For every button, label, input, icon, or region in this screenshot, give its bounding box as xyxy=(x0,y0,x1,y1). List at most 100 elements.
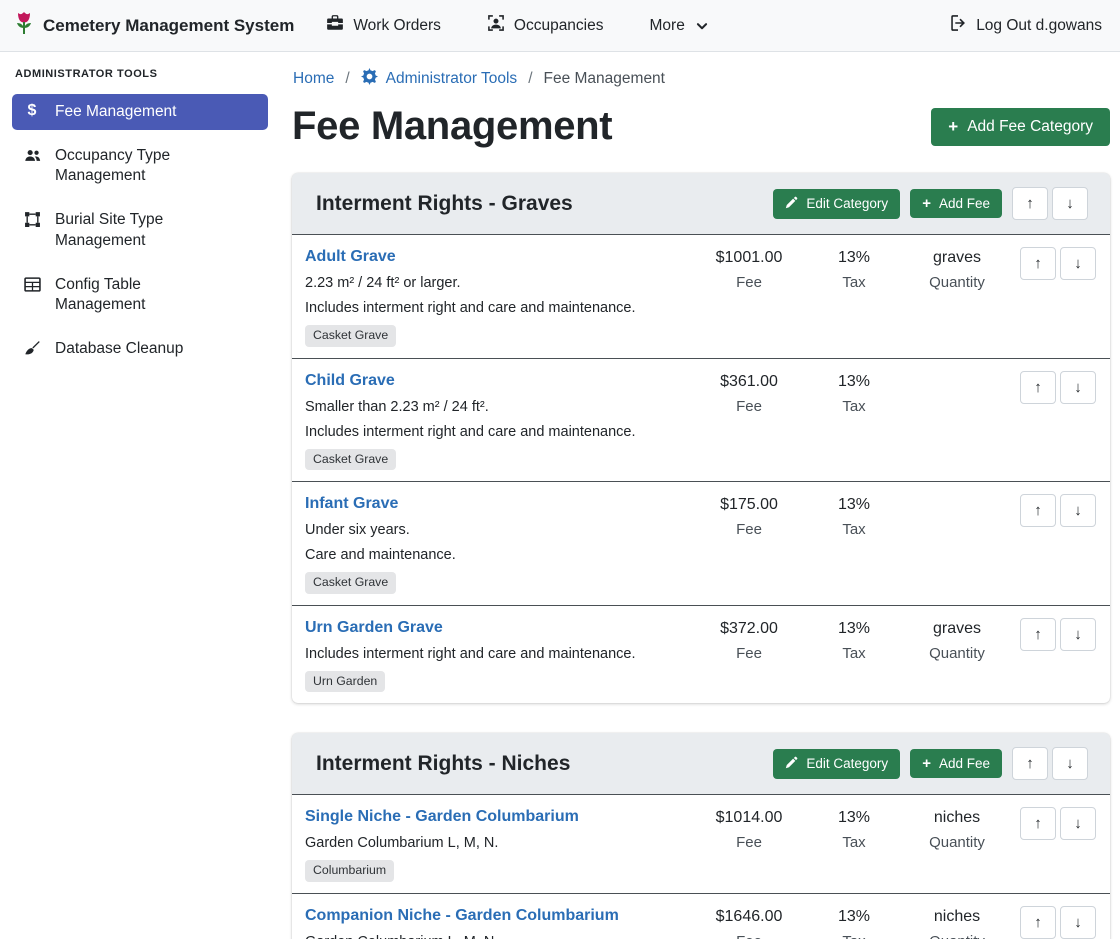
fee-move-up-button[interactable]: ↑ xyxy=(1020,371,1056,404)
fee-label: Fee xyxy=(694,834,804,851)
fee-move-up-button[interactable]: ↑ xyxy=(1020,494,1056,527)
sidebar-item-config-table[interactable]: Config Table Management xyxy=(12,267,268,323)
category-move-up-button[interactable]: ↑ xyxy=(1012,747,1048,780)
arrow-up-icon: ↑ xyxy=(1034,502,1042,519)
add-fee-label: Add Fee xyxy=(939,196,990,211)
arrow-up-icon: ↑ xyxy=(1034,626,1042,643)
arrow-up-icon: ↑ xyxy=(1034,379,1042,396)
sidebar-item-database-cleanup[interactable]: Database Cleanup xyxy=(12,331,268,367)
pencil-icon xyxy=(785,756,798,772)
add-fee-category-button[interactable]: + Add Fee Category xyxy=(931,108,1110,146)
main-content: Home / Administrator Tools / Fee Managem… xyxy=(280,52,1120,939)
fee-description: Garden Columbarium L, M, N. xyxy=(305,835,694,852)
tax-label: Tax xyxy=(804,645,904,662)
fee-type-badge: Casket Grave xyxy=(305,449,396,471)
add-fee-category-label: Add Fee Category xyxy=(967,118,1093,136)
sidebar-heading: ADMINISTRATOR TOOLS xyxy=(15,68,268,80)
dollar-icon: $ xyxy=(22,103,42,119)
fee-name-link[interactable]: Adult Grave xyxy=(305,247,396,267)
edit-category-label: Edit Category xyxy=(806,196,888,211)
fee-move-down-button[interactable]: ↓ xyxy=(1060,371,1096,404)
tax-label: Tax xyxy=(804,398,904,415)
fee-name-link[interactable]: Single Niche - Garden Columbarium xyxy=(305,807,579,827)
chevron-down-icon xyxy=(696,20,708,32)
edit-category-button[interactable]: Edit Category xyxy=(773,189,900,219)
category-card-graves: Interment Rights - Graves Edit Category … xyxy=(292,173,1110,703)
breadcrumb-current: Fee Management xyxy=(544,70,666,88)
broom-icon xyxy=(22,340,42,357)
fee-quantity: niches xyxy=(904,907,1010,927)
fee-tax: 13% xyxy=(804,619,904,639)
plus-icon: + xyxy=(922,756,931,771)
category-move-down-button[interactable]: ↓ xyxy=(1052,187,1088,220)
category-move-up-button[interactable]: ↑ xyxy=(1012,187,1048,220)
fee-type-badge: Urn Garden xyxy=(305,671,385,693)
brand-label: Cemetery Management System xyxy=(43,16,294,36)
fee-amount: $1646.00 xyxy=(694,907,804,927)
sidebar-item-occupancy-type[interactable]: Occupancy Type Management xyxy=(12,138,268,194)
fee-name-link[interactable]: Infant Grave xyxy=(305,494,398,514)
fee-move-down-button[interactable]: ↓ xyxy=(1060,618,1096,651)
fee-move-down-button[interactable]: ↓ xyxy=(1060,906,1096,939)
fee-move-down-button[interactable]: ↓ xyxy=(1060,247,1096,280)
nav-work-orders-label: Work Orders xyxy=(353,17,441,35)
sidebar-item-fee-management[interactable]: $ Fee Management xyxy=(12,94,268,130)
quantity-label: Quantity xyxy=(904,274,1010,291)
category-move-down-button[interactable]: ↓ xyxy=(1052,747,1088,780)
fee-name-link[interactable]: Urn Garden Grave xyxy=(305,618,443,638)
fee-move-down-button[interactable]: ↓ xyxy=(1060,807,1096,840)
fee-label: Fee xyxy=(694,933,804,939)
sidebar-item-label: Fee Management xyxy=(55,102,177,122)
fee-label: Fee xyxy=(694,645,804,662)
breadcrumb-admin-tools-link[interactable]: Administrator Tools xyxy=(361,68,518,90)
flower-logo-icon xyxy=(14,11,34,40)
arrow-down-icon: ↓ xyxy=(1074,914,1082,931)
fee-amount: $1014.00 xyxy=(694,808,804,828)
fee-move-up-button[interactable]: ↑ xyxy=(1020,247,1056,280)
tax-label: Tax xyxy=(804,521,904,538)
nav-occupancies[interactable]: Occupancies xyxy=(487,14,604,37)
sidebar-item-label: Config Table Management xyxy=(55,275,235,315)
fee-type-badge: Columbarium xyxy=(305,860,394,882)
quantity-label: Quantity xyxy=(904,834,1010,851)
fee-quantity-empty xyxy=(904,371,1010,471)
category-title: Interment Rights - Graves xyxy=(316,192,573,216)
arrow-down-icon: ↓ xyxy=(1074,255,1082,272)
nav-more[interactable]: More xyxy=(650,17,708,35)
fee-description: Smaller than 2.23 m² / 24 ft². xyxy=(305,399,694,416)
nav-links: Work Orders Occupancies More xyxy=(326,14,708,37)
add-fee-button[interactable]: + Add Fee xyxy=(910,749,1002,778)
add-fee-button[interactable]: + Add Fee xyxy=(910,189,1002,218)
fee-amount: $1001.00 xyxy=(694,248,804,268)
fee-description: Care and maintenance. xyxy=(305,547,694,564)
arrow-down-icon: ↓ xyxy=(1074,815,1082,832)
quantity-label: Quantity xyxy=(904,933,1010,939)
page-title: Fee Management xyxy=(292,104,612,149)
quantity-label: Quantity xyxy=(904,645,1010,662)
brand[interactable]: Cemetery Management System xyxy=(14,11,294,40)
logout-link[interactable]: Log Out d.gowans xyxy=(949,14,1102,37)
fee-type-badge: Casket Grave xyxy=(305,325,396,347)
fee-move-down-button[interactable]: ↓ xyxy=(1060,494,1096,527)
fee-tax: 13% xyxy=(804,808,904,828)
sidebar-item-burial-site-type[interactable]: Burial Site Type Management xyxy=(12,202,268,258)
fee-move-up-button[interactable]: ↑ xyxy=(1020,807,1056,840)
fee-name-link[interactable]: Companion Niche - Garden Columbarium xyxy=(305,906,619,926)
fee-move-up-button[interactable]: ↑ xyxy=(1020,618,1056,651)
arrow-down-icon: ↓ xyxy=(1066,755,1074,772)
breadcrumb-home-link[interactable]: Home xyxy=(293,70,334,88)
arrow-up-icon: ↑ xyxy=(1026,755,1034,772)
toolbox-icon xyxy=(326,14,344,37)
sidebar-item-label: Occupancy Type Management xyxy=(55,146,235,186)
nav-work-orders[interactable]: Work Orders xyxy=(326,14,441,37)
person-frame-icon xyxy=(487,14,505,37)
fee-name-link[interactable]: Child Grave xyxy=(305,371,395,391)
tax-label: Tax xyxy=(804,274,904,291)
sidebar-item-label: Database Cleanup xyxy=(55,339,183,359)
plus-icon: + xyxy=(948,118,958,135)
edit-category-button[interactable]: Edit Category xyxy=(773,749,900,779)
vector-square-icon xyxy=(22,211,42,228)
arrow-up-icon: ↑ xyxy=(1034,914,1042,931)
fee-move-up-button[interactable]: ↑ xyxy=(1020,906,1056,939)
fee-description: Includes interment right and care and ma… xyxy=(305,300,694,317)
